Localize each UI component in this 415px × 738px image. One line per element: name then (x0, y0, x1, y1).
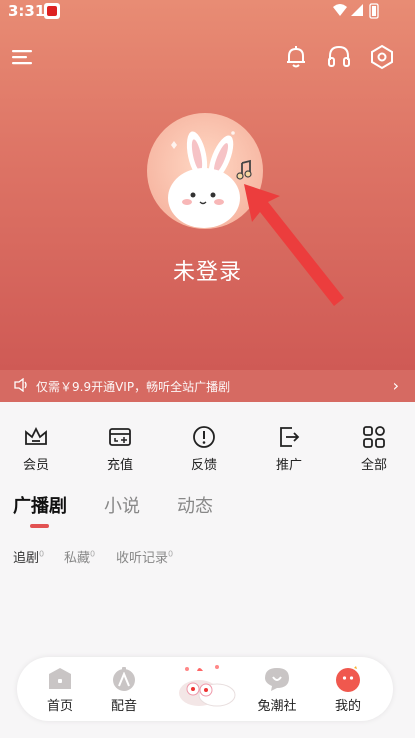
profile-icon (336, 666, 360, 692)
speaker-icon (14, 378, 27, 392)
subtab-label: 收听记录 (116, 551, 169, 566)
tab-dynamics[interactable]: 动态 (177, 492, 213, 518)
grid-icon (363, 426, 385, 448)
nav-center-mascot[interactable] (171, 661, 241, 713)
nav-label: 我的 (334, 699, 361, 714)
shortcut-recharge[interactable]: 充值 (90, 420, 150, 473)
nav-home[interactable]: 首页 (32, 665, 88, 714)
subtab-count: 0 (90, 549, 96, 559)
shortcut-label: 全部 (360, 458, 387, 473)
nav-dubbing[interactable]: 配音 (96, 665, 152, 714)
shortcut-member[interactable]: 会员 (6, 420, 66, 473)
tab-novel[interactable]: 小说 (104, 492, 140, 518)
bottom-nav: 首页 配音 兔潮社 我的 (17, 657, 393, 721)
wallet-icon (109, 428, 131, 446)
subtab-history[interactable]: 收听记录0 (116, 547, 173, 566)
shortcut-label: 充值 (106, 458, 133, 473)
headphones-icon[interactable] (326, 44, 352, 70)
settings-icon[interactable] (369, 44, 395, 70)
nav-label: 首页 (46, 699, 73, 714)
nav-label: 兔潮社 (257, 699, 297, 714)
vip-banner[interactable]: 仅需￥9.9开通VIP，畅听全站广播剧 › (0, 370, 415, 402)
exclamation-circle-icon (193, 426, 215, 448)
subtab-label: 追剧 (13, 551, 40, 566)
menu-icon[interactable] (10, 44, 36, 70)
tab-radio-drama[interactable]: 广播剧 (13, 492, 67, 518)
app-notification-icon (44, 3, 60, 19)
shortcut-label: 反馈 (190, 458, 217, 473)
subtab-collection[interactable]: 私藏0 (64, 547, 95, 566)
status-time: 3:31 (8, 2, 46, 20)
active-tab-indicator (30, 524, 49, 528)
red-arrow-annotation (244, 184, 344, 306)
shortcut-all[interactable]: 全部 (344, 420, 404, 473)
community-icon (265, 668, 289, 691)
shortcut-feedback[interactable]: 反馈 (174, 420, 234, 473)
content-tabs: 广播剧 小说 动态 (0, 492, 415, 528)
system-icons (332, 3, 387, 23)
shortcut-promote[interactable]: 推广 (259, 420, 319, 473)
chevron-right-icon: › (392, 376, 399, 395)
crown-icon (25, 426, 47, 445)
wifi-signal-battery-icon (333, 3, 379, 19)
subtab-count: 0 (168, 549, 174, 559)
subtab-count: 0 (39, 549, 45, 559)
subtab-follow[interactable]: 追剧0 (13, 547, 44, 566)
bell-icon[interactable] (283, 44, 309, 70)
mascot-icon (179, 665, 236, 707)
share-exit-icon (280, 427, 300, 447)
mic-icon (113, 667, 135, 691)
shortcut-label: 会员 (22, 458, 49, 473)
home-icon (49, 668, 71, 689)
status-bar: 3:31 (0, 0, 415, 24)
nav-label: 配音 (110, 699, 137, 714)
nav-community[interactable]: 兔潮社 (249, 665, 305, 714)
subtab-label: 私藏 (64, 551, 91, 566)
shortcut-label: 推广 (275, 458, 302, 473)
nav-mine[interactable]: 我的 (320, 665, 376, 714)
vip-text: 仅需￥9.9开通VIP，畅听全站广播剧 (36, 380, 231, 394)
